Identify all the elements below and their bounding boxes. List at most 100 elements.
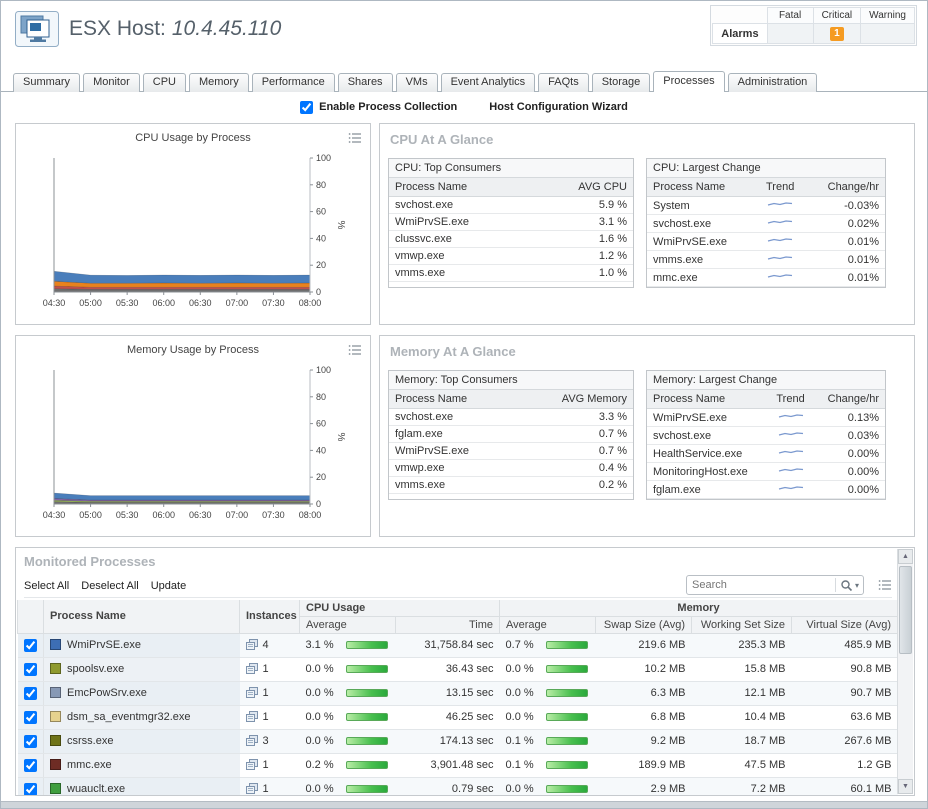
chart-options-icon[interactable] [348,132,362,147]
memory-average-cell-wrap: 0.1 % [506,759,590,771]
tab-cpu[interactable]: CPU [143,73,186,92]
column-header-time[interactable]: Time [396,616,500,633]
search-box: ▾ [686,575,864,595]
enable-process-collection[interactable]: Enable Process Collection [300,101,457,114]
swap-size-cell: 2.9 MB [596,777,692,796]
cpu-average-cell-wrap: 0.0 % [306,687,390,699]
column-header-change-hr[interactable]: Change/hr [813,390,885,409]
instances-count: 1 [263,687,269,699]
memory-average-cell-wrap: 0.0 % [506,663,590,675]
tab-vms[interactable]: VMs [396,73,438,92]
column-header-process-name[interactable]: Process Name [389,390,518,409]
series-svchost-exe [54,271,310,283]
usage-bar [546,713,588,721]
process-name-cell: WmiPrvSE.exe [647,233,755,251]
horizontal-scrollbar-strip[interactable] [1,801,927,808]
column-header-cpu-average[interactable]: Average [300,616,396,633]
table-row: svchost.exe5.9 % [389,197,633,214]
search-dropdown-icon[interactable]: ▾ [855,581,863,590]
tab-faqts[interactable]: FAQts [538,73,589,92]
vertical-scrollbar[interactable]: ▲ ▼ [897,549,913,794]
critical-count-cell[interactable]: 1 [813,24,861,44]
warning-count-cell[interactable] [861,24,915,44]
row-checkbox[interactable] [24,759,37,772]
working-set-size-cell: 10.4 MB [692,705,792,729]
instances-wrap: 4 [246,639,294,651]
column-header-trend[interactable]: Trend [768,390,814,409]
trend-sparkline [767,217,793,227]
tab-monitor[interactable]: Monitor [83,73,140,92]
process-name: EmcPowSrv.exe [67,687,147,699]
column-header-avg-memory[interactable]: AVG Memory [518,390,633,409]
tab-processes[interactable]: Processes [653,71,724,92]
table-row[interactable]: WmiPrvSE.exe43.1 %31,758.84 sec0.7 %219.… [18,633,898,657]
tab-administration[interactable]: Administration [728,73,818,92]
column-header-swap-size[interactable]: Swap Size (Avg) [596,616,692,633]
column-header-avg-cpu[interactable]: AVG CPU [532,178,633,197]
table-row[interactable]: csrss.exe30.0 %174.13 sec0.1 %9.2 MB18.7… [18,729,898,753]
tab-storage[interactable]: Storage [592,73,651,92]
row-checkbox[interactable] [24,687,37,700]
host-configuration-wizard-link[interactable]: Host Configuration Wizard [489,101,628,113]
column-header-process-name[interactable]: Process Name [389,178,532,197]
tab-shares[interactable]: Shares [338,73,393,92]
memory-at-a-glance-panel: Memory At A Glance Memory: Top Consumers… [379,335,915,537]
update-link[interactable]: Update [151,580,186,592]
critical-count-badge[interactable]: 1 [830,27,844,41]
column-header-change-hr[interactable]: Change/hr [805,178,885,197]
cpu-average-cell: 0.0 % [300,777,396,796]
row-checkbox[interactable] [24,711,37,724]
tab-event-analytics[interactable]: Event Analytics [441,73,536,92]
table-row: svchost.exe0.02% [647,215,885,233]
svg-text:60: 60 [316,207,326,217]
search-input[interactable] [687,579,835,591]
deselect-all-link[interactable]: Deselect All [81,580,138,592]
process-name: mmc.exe [67,759,112,771]
scroll-down-button[interactable]: ▼ [898,779,913,794]
column-header-working-set-size[interactable]: Working Set Size [692,616,792,633]
usage-bar [346,641,388,649]
tab-summary[interactable]: Summary [13,73,80,92]
value-cell: 1.0 % [532,265,633,282]
tab-memory[interactable]: Memory [189,73,249,92]
chart-options-icon[interactable] [348,344,362,359]
alarms-summary: Fatal Critical Warning Alarms 1 [710,5,917,46]
table-row[interactable]: spoolsv.exe10.0 %36.43 sec0.0 %10.2 MB15… [18,657,898,681]
page-title: ESX Host:10.4.45.110 [69,17,281,41]
column-header-memory-average[interactable]: Average [500,616,596,633]
esx-host-page: ESX Host:10.4.45.110 Fatal Critical Warn… [0,0,928,809]
row-checkbox[interactable] [24,735,37,748]
tab-performance[interactable]: Performance [252,73,335,92]
change-cell: 0.01% [805,251,885,269]
row-checkbox[interactable] [24,639,37,652]
column-header-instances[interactable]: Instances [240,600,300,633]
table-row: vmwp.exe1.2 % [389,248,633,265]
column-header-trend[interactable]: Trend [755,178,806,197]
table-options-icon[interactable] [878,579,892,594]
percent-value: 0.0 % [506,711,540,723]
process-name: wuauclt.exe [67,783,125,795]
instances-cell: 1 [240,705,300,729]
row-checkbox[interactable] [24,663,37,676]
scroll-up-button[interactable]: ▲ [898,549,913,564]
instances-wrap: 1 [246,687,294,699]
column-header-process-name[interactable]: Process Name [647,178,755,197]
column-header-virtual-size[interactable]: Virtual Size (Avg) [792,616,898,633]
glance-table-title: Memory: Top Consumers [389,371,633,390]
row-checkbox[interactable] [24,783,37,796]
enable-process-collection-checkbox[interactable] [300,101,313,114]
column-header-process-name[interactable]: Process Name [647,390,768,409]
table-row[interactable]: EmcPowSrv.exe10.0 %13.15 sec0.0 %6.3 MB1… [18,681,898,705]
percent-value: 0.1 % [506,735,540,747]
table-row[interactable]: dsm_sa_eventmgr32.exe10.0 %46.25 sec0.0 … [18,705,898,729]
process-name-cell: vmms.exe [389,265,532,282]
select-all-link[interactable]: Select All [24,580,69,592]
fatal-count-cell[interactable] [767,24,813,44]
table-row[interactable]: mmc.exe10.2 %3,901.48 sec0.1 %189.9 MB47… [18,753,898,777]
monitored-processes-panel: Monitored Processes Select All Deselect … [15,547,915,796]
scrollbar-thumb[interactable] [899,566,912,654]
column-header-process-name[interactable]: Process Name [44,600,240,633]
cpu-average-cell-wrap: 0.0 % [306,663,390,675]
search-icon[interactable] [836,579,855,592]
table-row[interactable]: wuauclt.exe10.0 %0.79 sec0.0 %2.9 MB7.2 … [18,777,898,796]
